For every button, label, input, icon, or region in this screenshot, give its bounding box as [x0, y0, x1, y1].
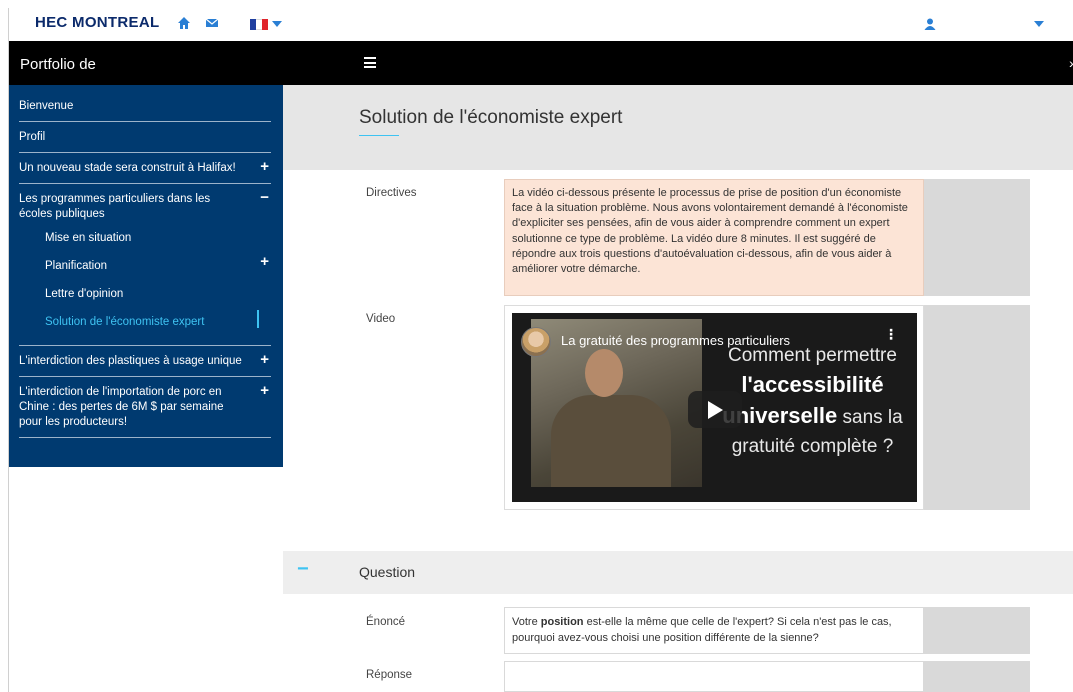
enonce-text-bold: position	[540, 616, 584, 628]
page-title: Solution de l'économiste expert	[359, 107, 623, 128]
sidebar-item-plastiques[interactable]: L'interdiction des plastiques à usage un…	[19, 346, 271, 377]
portfolio-title: Portfolio de	[20, 56, 96, 73]
language-chevron-down-icon[interactable]	[272, 21, 282, 27]
app-frame: HEC MONTREAL Portfolio de › Bienvenue	[8, 8, 1073, 692]
channel-avatar[interactable]	[521, 327, 551, 357]
expand-plus-icon[interactable]: +	[260, 383, 269, 398]
mail-icon[interactable]	[205, 16, 219, 30]
sidebar-item-bienvenue[interactable]: Bienvenue	[19, 91, 271, 122]
overlay-line: gratuité complète ?	[731, 436, 894, 457]
hec-logo[interactable]: HEC MONTREAL	[35, 14, 159, 31]
sidebar-subnav: Mise en situation Planification + Lettre…	[19, 222, 269, 335]
sidebar-subitem-label: Solution de l'économiste expert	[45, 316, 205, 328]
enonce-text: Votre position est-elle la même que cell…	[504, 607, 924, 654]
sidebar-item-label: L'interdiction de l'importation de porc …	[19, 386, 224, 428]
expand-plus-icon[interactable]: +	[260, 254, 269, 269]
sidebar-subitem-planification[interactable]: Planification +	[45, 251, 269, 279]
sidebar-item-porc-chine[interactable]: L'interdiction de l'importation de porc …	[19, 377, 271, 438]
sidebar-subitem-solution-economiste[interactable]: Solution de l'économiste expert	[45, 307, 259, 335]
reponse-label: Réponse	[366, 669, 413, 681]
question-section-header[interactable]: − Question	[283, 551, 1073, 594]
top-bar: HEC MONTREAL	[9, 8, 1073, 41]
user-chevron-down-icon[interactable]	[1034, 21, 1044, 27]
sidebar-item-label: Profil	[19, 131, 46, 143]
portfolio-header: Portfolio de ›	[9, 41, 1073, 85]
video-player[interactable]: Comment permettre l'accessibilité univer…	[512, 313, 917, 502]
video-side-column	[924, 305, 1030, 510]
directives-side-column	[924, 179, 1030, 296]
sidebar-subitem-label: Planification	[45, 260, 108, 272]
video-title-bar: La gratuité des programmes particuliers …	[512, 327, 917, 357]
video-label: Video	[366, 313, 396, 325]
enonce-label: Énoncé	[366, 616, 406, 628]
user-icon[interactable]	[923, 17, 937, 31]
section-title: Question	[359, 564, 416, 580]
directives-text: La vidéo ci-dessous présente le processu…	[504, 179, 924, 296]
more-options-icon[interactable]: ⋮	[884, 327, 898, 341]
video-title[interactable]: La gratuité des programmes particuliers	[561, 333, 790, 348]
flag-fr-icon[interactable]	[250, 19, 268, 30]
collapse-minus-icon[interactable]: −	[260, 190, 269, 205]
sidebar-item-label: L'interdiction des plastiques à usage un…	[19, 355, 242, 367]
header-edge-icon: ›	[1069, 55, 1073, 71]
page-header: Solution de l'économiste expert	[283, 85, 1073, 170]
active-indicator	[257, 310, 259, 328]
title-underline	[359, 135, 399, 136]
play-button-icon[interactable]	[688, 391, 742, 428]
expand-plus-icon[interactable]: +	[260, 159, 269, 174]
sidebar: Bienvenue Profil Un nouveau stade sera c…	[9, 85, 283, 467]
enonce-side-column	[924, 607, 1030, 654]
sidebar-subitem-lettre-opinion[interactable]: Lettre d'opinion	[45, 279, 245, 307]
enonce-text-part: Votre	[512, 616, 541, 628]
reponse-side-column	[924, 661, 1030, 692]
sidebar-item-profil[interactable]: Profil	[19, 122, 271, 153]
video-container: Comment permettre l'accessibilité univer…	[504, 305, 924, 510]
sidebar-item-label: Bienvenue	[19, 100, 74, 112]
sidebar-item-programmes-particuliers[interactable]: Les programmes particuliers dans les éco…	[19, 184, 271, 346]
home-icon[interactable]	[177, 16, 191, 30]
sidebar-item-label: Les programmes particuliers dans les éco…	[19, 193, 211, 220]
expand-plus-icon[interactable]: +	[260, 352, 269, 367]
sidebar-subitem-mise-en-situation[interactable]: Mise en situation	[45, 226, 245, 251]
sidebar-item-stade-halifax[interactable]: Un nouveau stade sera construit à Halifa…	[19, 153, 271, 184]
sidebar-item-label: Un nouveau stade sera construit à Halifa…	[19, 162, 236, 174]
sidebar-subitem-label: Lettre d'opinion	[45, 288, 124, 300]
sidebar-subitem-label: Mise en situation	[45, 232, 132, 244]
reponse-input[interactable]	[504, 661, 924, 692]
directives-label: Directives	[366, 187, 417, 199]
collapse-minus-icon[interactable]: −	[297, 558, 309, 581]
hamburger-icon[interactable]	[364, 57, 376, 68]
